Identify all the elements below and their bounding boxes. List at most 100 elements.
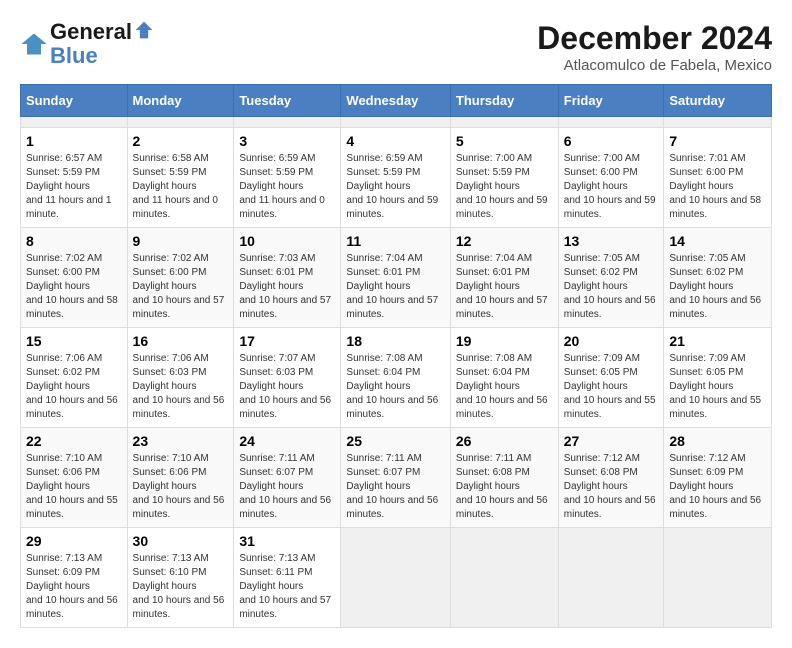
calendar-cell: 15 Sunrise: 7:06 AM Sunset: 6:02 PM Dayl… — [21, 328, 128, 428]
header-tuesday: Tuesday — [234, 85, 341, 117]
calendar-cell — [450, 117, 558, 128]
day-number: 1 — [26, 133, 122, 149]
header-monday: Monday — [127, 85, 234, 117]
day-number: 3 — [239, 133, 335, 149]
calendar-table: Sunday Monday Tuesday Wednesday Thursday… — [20, 84, 772, 628]
day-number: 21 — [669, 333, 766, 349]
day-info: Sunrise: 7:02 AM Sunset: 6:00 PM Dayligh… — [26, 252, 122, 322]
calendar-cell: 7 Sunrise: 7:01 AM Sunset: 6:00 PM Dayli… — [664, 128, 772, 228]
day-number: 24 — [239, 433, 335, 449]
day-info: Sunrise: 7:06 AM Sunset: 6:02 PM Dayligh… — [26, 352, 122, 422]
day-number: 23 — [133, 433, 229, 449]
calendar-cell: 18 Sunrise: 7:08 AM Sunset: 6:04 PM Dayl… — [341, 328, 450, 428]
day-info: Sunrise: 7:08 AM Sunset: 6:04 PM Dayligh… — [456, 352, 553, 422]
day-number: 29 — [26, 533, 122, 549]
day-info: Sunrise: 7:11 AM Sunset: 6:07 PM Dayligh… — [346, 452, 444, 522]
calendar-cell: 20 Sunrise: 7:09 AM Sunset: 6:05 PM Dayl… — [558, 328, 664, 428]
day-number: 14 — [669, 233, 766, 249]
header-saturday: Saturday — [664, 85, 772, 117]
calendar-cell: 24 Sunrise: 7:11 AM Sunset: 6:07 PM Dayl… — [234, 428, 341, 528]
calendar-cell: 30 Sunrise: 7:13 AM Sunset: 6:10 PM Dayl… — [127, 528, 234, 628]
day-info: Sunrise: 7:10 AM Sunset: 6:06 PM Dayligh… — [133, 452, 229, 522]
calendar-cell — [127, 117, 234, 128]
calendar-week-row: 8 Sunrise: 7:02 AM Sunset: 6:00 PM Dayli… — [21, 228, 772, 328]
day-number: 13 — [564, 233, 659, 249]
day-info: Sunrise: 7:12 AM Sunset: 6:09 PM Dayligh… — [669, 452, 766, 522]
calendar-cell: 21 Sunrise: 7:09 AM Sunset: 6:05 PM Dayl… — [664, 328, 772, 428]
calendar-cell — [21, 117, 128, 128]
location: Atlacomulco de Fabela, Mexico — [537, 57, 772, 74]
day-info: Sunrise: 7:04 AM Sunset: 6:01 PM Dayligh… — [346, 252, 444, 322]
day-number: 11 — [346, 233, 444, 249]
calendar-cell — [664, 117, 772, 128]
calendar-cell: 9 Sunrise: 7:02 AM Sunset: 6:00 PM Dayli… — [127, 228, 234, 328]
day-number: 28 — [669, 433, 766, 449]
day-info: Sunrise: 7:06 AM Sunset: 6:03 PM Dayligh… — [133, 352, 229, 422]
day-info: Sunrise: 7:00 AM Sunset: 6:00 PM Dayligh… — [564, 152, 659, 222]
day-info: Sunrise: 7:05 AM Sunset: 6:02 PM Dayligh… — [669, 252, 766, 322]
calendar-cell: 27 Sunrise: 7:12 AM Sunset: 6:08 PM Dayl… — [558, 428, 664, 528]
day-number: 16 — [133, 333, 229, 349]
day-info: Sunrise: 6:59 AM Sunset: 5:59 PM Dayligh… — [239, 152, 335, 222]
calendar-cell: 16 Sunrise: 7:06 AM Sunset: 6:03 PM Dayl… — [127, 328, 234, 428]
calendar-cell — [341, 528, 450, 628]
day-number: 4 — [346, 133, 444, 149]
calendar-cell: 2 Sunrise: 6:58 AM Sunset: 5:59 PM Dayli… — [127, 128, 234, 228]
calendar-cell — [234, 117, 341, 128]
day-info: Sunrise: 7:03 AM Sunset: 6:01 PM Dayligh… — [239, 252, 335, 322]
calendar-cell: 13 Sunrise: 7:05 AM Sunset: 6:02 PM Dayl… — [558, 228, 664, 328]
day-info: Sunrise: 7:05 AM Sunset: 6:02 PM Dayligh… — [564, 252, 659, 322]
page-header: General Blue December 2024 Atlacomulco d… — [20, 20, 772, 74]
header-wednesday: Wednesday — [341, 85, 450, 117]
calendar-cell: 12 Sunrise: 7:04 AM Sunset: 6:01 PM Dayl… — [450, 228, 558, 328]
header-friday: Friday — [558, 85, 664, 117]
day-info: Sunrise: 7:11 AM Sunset: 6:08 PM Dayligh… — [456, 452, 553, 522]
calendar-cell: 26 Sunrise: 7:11 AM Sunset: 6:08 PM Dayl… — [450, 428, 558, 528]
day-number: 30 — [133, 533, 229, 549]
calendar-cell: 11 Sunrise: 7:04 AM Sunset: 6:01 PM Dayl… — [341, 228, 450, 328]
calendar-cell: 22 Sunrise: 7:10 AM Sunset: 6:06 PM Dayl… — [21, 428, 128, 528]
calendar-cell: 8 Sunrise: 7:02 AM Sunset: 6:00 PM Dayli… — [21, 228, 128, 328]
day-number: 19 — [456, 333, 553, 349]
day-number: 9 — [133, 233, 229, 249]
day-number: 20 — [564, 333, 659, 349]
day-number: 6 — [564, 133, 659, 149]
header-thursday: Thursday — [450, 85, 558, 117]
day-number: 8 — [26, 233, 122, 249]
day-info: Sunrise: 7:01 AM Sunset: 6:00 PM Dayligh… — [669, 152, 766, 222]
calendar-cell: 1 Sunrise: 6:57 AM Sunset: 5:59 PM Dayli… — [21, 128, 128, 228]
logo-icon — [20, 30, 48, 58]
day-info: Sunrise: 7:02 AM Sunset: 6:00 PM Dayligh… — [133, 252, 229, 322]
calendar-week-row: 29 Sunrise: 7:13 AM Sunset: 6:09 PM Dayl… — [21, 528, 772, 628]
day-number: 27 — [564, 433, 659, 449]
day-number: 15 — [26, 333, 122, 349]
day-info: Sunrise: 7:08 AM Sunset: 6:04 PM Dayligh… — [346, 352, 444, 422]
day-info: Sunrise: 7:07 AM Sunset: 6:03 PM Dayligh… — [239, 352, 335, 422]
calendar-cell: 6 Sunrise: 7:00 AM Sunset: 6:00 PM Dayli… — [558, 128, 664, 228]
calendar-week-row — [21, 117, 772, 128]
logo-text: General Blue — [50, 20, 154, 68]
calendar-header-row: Sunday Monday Tuesday Wednesday Thursday… — [21, 85, 772, 117]
day-info: Sunrise: 7:09 AM Sunset: 6:05 PM Dayligh… — [564, 352, 659, 422]
day-number: 18 — [346, 333, 444, 349]
title-section: December 2024 Atlacomulco de Fabela, Mex… — [537, 20, 772, 74]
day-number: 22 — [26, 433, 122, 449]
day-info: Sunrise: 7:09 AM Sunset: 6:05 PM Dayligh… — [669, 352, 766, 422]
calendar-week-row: 1 Sunrise: 6:57 AM Sunset: 5:59 PM Dayli… — [21, 128, 772, 228]
calendar-cell: 28 Sunrise: 7:12 AM Sunset: 6:09 PM Dayl… — [664, 428, 772, 528]
day-number: 5 — [456, 133, 553, 149]
calendar-cell — [664, 528, 772, 628]
calendar-cell — [450, 528, 558, 628]
day-info: Sunrise: 7:10 AM Sunset: 6:06 PM Dayligh… — [26, 452, 122, 522]
calendar-cell: 17 Sunrise: 7:07 AM Sunset: 6:03 PM Dayl… — [234, 328, 341, 428]
day-number: 12 — [456, 233, 553, 249]
month-title: December 2024 — [537, 20, 772, 57]
day-info: Sunrise: 7:12 AM Sunset: 6:08 PM Dayligh… — [564, 452, 659, 522]
day-number: 2 — [133, 133, 229, 149]
day-number: 31 — [239, 533, 335, 549]
day-number: 7 — [669, 133, 766, 149]
logo: General Blue — [20, 20, 154, 68]
calendar-cell — [341, 117, 450, 128]
day-info: Sunrise: 6:58 AM Sunset: 5:59 PM Dayligh… — [133, 152, 229, 222]
day-info: Sunrise: 6:57 AM Sunset: 5:59 PM Dayligh… — [26, 152, 122, 222]
